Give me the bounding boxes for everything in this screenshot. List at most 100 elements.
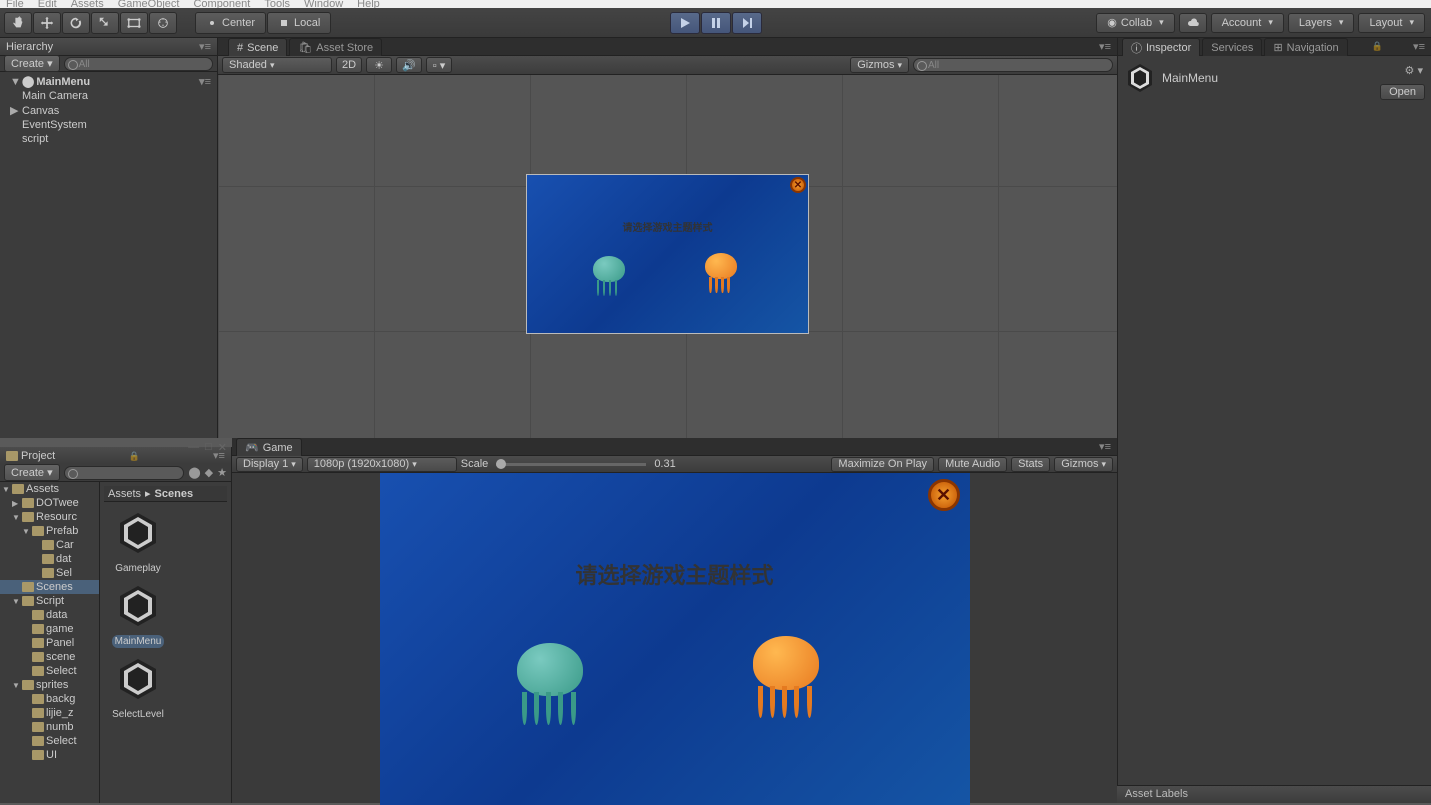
gear-icon[interactable]: ⚙ ▾: [1405, 64, 1423, 77]
project-create[interactable]: Create ▾: [4, 464, 60, 481]
project-tree-item[interactable]: ▼Assets: [0, 482, 99, 496]
scene-viewport[interactable]: 请选择游戏主题样式 ✕: [218, 75, 1117, 438]
close-window-icon[interactable]: ✕: [218, 441, 227, 454]
search-filter-icon[interactable]: ⬤: [188, 466, 200, 479]
menu-assets[interactable]: Assets: [71, 0, 104, 8]
project-item[interactable]: Gameplay: [108, 506, 168, 575]
account-dropdown[interactable]: Account: [1211, 13, 1284, 33]
move-tool[interactable]: [33, 12, 61, 34]
collab-dropdown[interactable]: ◉ Collab: [1096, 13, 1174, 33]
panel-menu-icon[interactable]: ▾≡: [199, 40, 211, 53]
asset-labels-section[interactable]: Asset Labels: [1117, 785, 1431, 803]
project-tree-item[interactable]: ▼Prefab: [0, 524, 99, 538]
hierarchy-item-eventsystem[interactable]: EventSystem: [0, 118, 217, 132]
fx-toggle[interactable]: ▫ ▾: [426, 57, 452, 73]
project-tree-item[interactable]: Scenes: [0, 580, 99, 594]
transform-tool[interactable]: [149, 12, 177, 34]
project-tree-item[interactable]: ▼Resourc: [0, 510, 99, 524]
scale-slider[interactable]: [496, 463, 646, 466]
project-tree-item[interactable]: game: [0, 622, 99, 636]
breadcrumb-root[interactable]: Assets: [108, 488, 141, 500]
inspector-menu[interactable]: ▾≡: [1407, 38, 1431, 55]
stats-toggle[interactable]: Stats: [1011, 457, 1050, 472]
menu-help[interactable]: Help: [357, 0, 380, 8]
hierarchy-tab[interactable]: Hierarchy: [6, 41, 53, 53]
minimize-icon[interactable]: —: [188, 441, 199, 454]
project-tree-item[interactable]: Car: [0, 538, 99, 552]
hierarchy-item-camera[interactable]: Main Camera: [0, 89, 217, 103]
jellyfish-green[interactable]: [589, 254, 629, 294]
project-tree-item[interactable]: Sel: [0, 566, 99, 580]
project-tree-item[interactable]: backg: [0, 692, 99, 706]
menu-window[interactable]: Window: [304, 0, 343, 8]
menu-file[interactable]: File: [6, 0, 24, 8]
project-tree-item[interactable]: UI: [0, 748, 99, 762]
lighting-toggle[interactable]: ☀: [366, 57, 392, 73]
services-tab[interactable]: Services: [1202, 38, 1262, 56]
project-tree-item[interactable]: Select: [0, 734, 99, 748]
navigation-tab[interactable]: ⊞ Navigation: [1264, 38, 1347, 56]
menu-edit[interactable]: Edit: [38, 0, 57, 8]
hierarchy-item-canvas[interactable]: ▶Canvas: [0, 103, 217, 118]
project-lock[interactable]: [129, 450, 140, 462]
maximize-icon[interactable]: □: [205, 441, 212, 454]
scene-panel-menu[interactable]: ▾≡: [1093, 38, 1117, 55]
layers-dropdown[interactable]: Layers: [1288, 13, 1355, 33]
project-tree-item[interactable]: ▶DOTwee: [0, 496, 99, 510]
game-panel-menu[interactable]: ▾≡: [1093, 438, 1117, 455]
open-button[interactable]: Open: [1380, 84, 1425, 100]
menu-tools[interactable]: Tools: [264, 0, 290, 8]
shading-mode[interactable]: Shaded: [222, 57, 332, 73]
scale-tool[interactable]: [91, 12, 119, 34]
project-tab[interactable]: Project: [6, 450, 55, 462]
mute-toggle[interactable]: Mute Audio: [938, 457, 1007, 472]
project-tree-item[interactable]: ▼Script: [0, 594, 99, 608]
game-gizmos[interactable]: Gizmos: [1054, 457, 1113, 472]
project-tree-item[interactable]: Panel: [0, 636, 99, 650]
game-tab[interactable]: 🎮 Game: [236, 438, 302, 456]
search-save-icon[interactable]: ★: [217, 466, 227, 479]
rotate-tool[interactable]: [62, 12, 90, 34]
play-button[interactable]: [670, 12, 700, 34]
cloud-button[interactable]: [1179, 13, 1207, 33]
gizmos-dropdown[interactable]: Gizmos: [850, 57, 909, 73]
step-button[interactable]: [732, 12, 762, 34]
project-tree-item[interactable]: scene: [0, 650, 99, 664]
scene-search[interactable]: All: [913, 58, 1113, 72]
hierarchy-create[interactable]: Create ▾: [4, 55, 60, 72]
resolution-dropdown[interactable]: 1080p (1920x1080): [307, 457, 457, 472]
hand-tool[interactable]: [4, 12, 32, 34]
project-tree-item[interactable]: Select: [0, 664, 99, 678]
hierarchy-search[interactable]: All: [64, 57, 213, 71]
audio-toggle[interactable]: 🔊: [396, 57, 422, 73]
close-icon[interactable]: ✕: [790, 177, 806, 193]
jellyfish-orange[interactable]: [701, 251, 741, 291]
hierarchy-scene[interactable]: ▼⬤ MainMenu▾≡: [0, 74, 217, 89]
inspector-tab[interactable]: ⓘ Inspector: [1122, 38, 1200, 56]
jellyfish-green[interactable]: [509, 639, 591, 721]
menu-component[interactable]: Component: [193, 0, 250, 8]
asset-store-tab[interactable]: 🛍 Asset Store: [289, 38, 382, 56]
layout-dropdown[interactable]: Layout: [1358, 13, 1425, 33]
inspector-lock[interactable]: [1370, 38, 1385, 55]
scene-canvas[interactable]: 请选择游戏主题样式 ✕: [526, 174, 809, 334]
project-tree-item[interactable]: ▼sprites: [0, 678, 99, 692]
menu-gameobject[interactable]: GameObject: [118, 0, 180, 8]
rect-tool[interactable]: [120, 12, 148, 34]
pause-button[interactable]: [701, 12, 731, 34]
project-tree-item[interactable]: dat: [0, 552, 99, 566]
project-item[interactable]: SelectLevel: [108, 652, 168, 721]
game-viewport[interactable]: 请选择游戏主题样式 ✕: [232, 473, 1117, 803]
display-dropdown[interactable]: Display 1: [236, 457, 303, 472]
close-icon[interactable]: ✕: [928, 479, 960, 511]
scene-tab[interactable]: # Scene: [228, 38, 287, 56]
2d-toggle[interactable]: 2D: [336, 57, 362, 73]
project-tree-item[interactable]: lijie_z: [0, 706, 99, 720]
project-item[interactable]: MainMenu: [108, 579, 168, 648]
pivot-center[interactable]: Center: [195, 12, 266, 34]
project-tree-item[interactable]: numb: [0, 720, 99, 734]
search-type-icon[interactable]: ◆: [205, 466, 213, 479]
hierarchy-item-script[interactable]: script: [0, 132, 217, 146]
jellyfish-orange[interactable]: [745, 632, 827, 714]
maximize-toggle[interactable]: Maximize On Play: [831, 457, 934, 472]
